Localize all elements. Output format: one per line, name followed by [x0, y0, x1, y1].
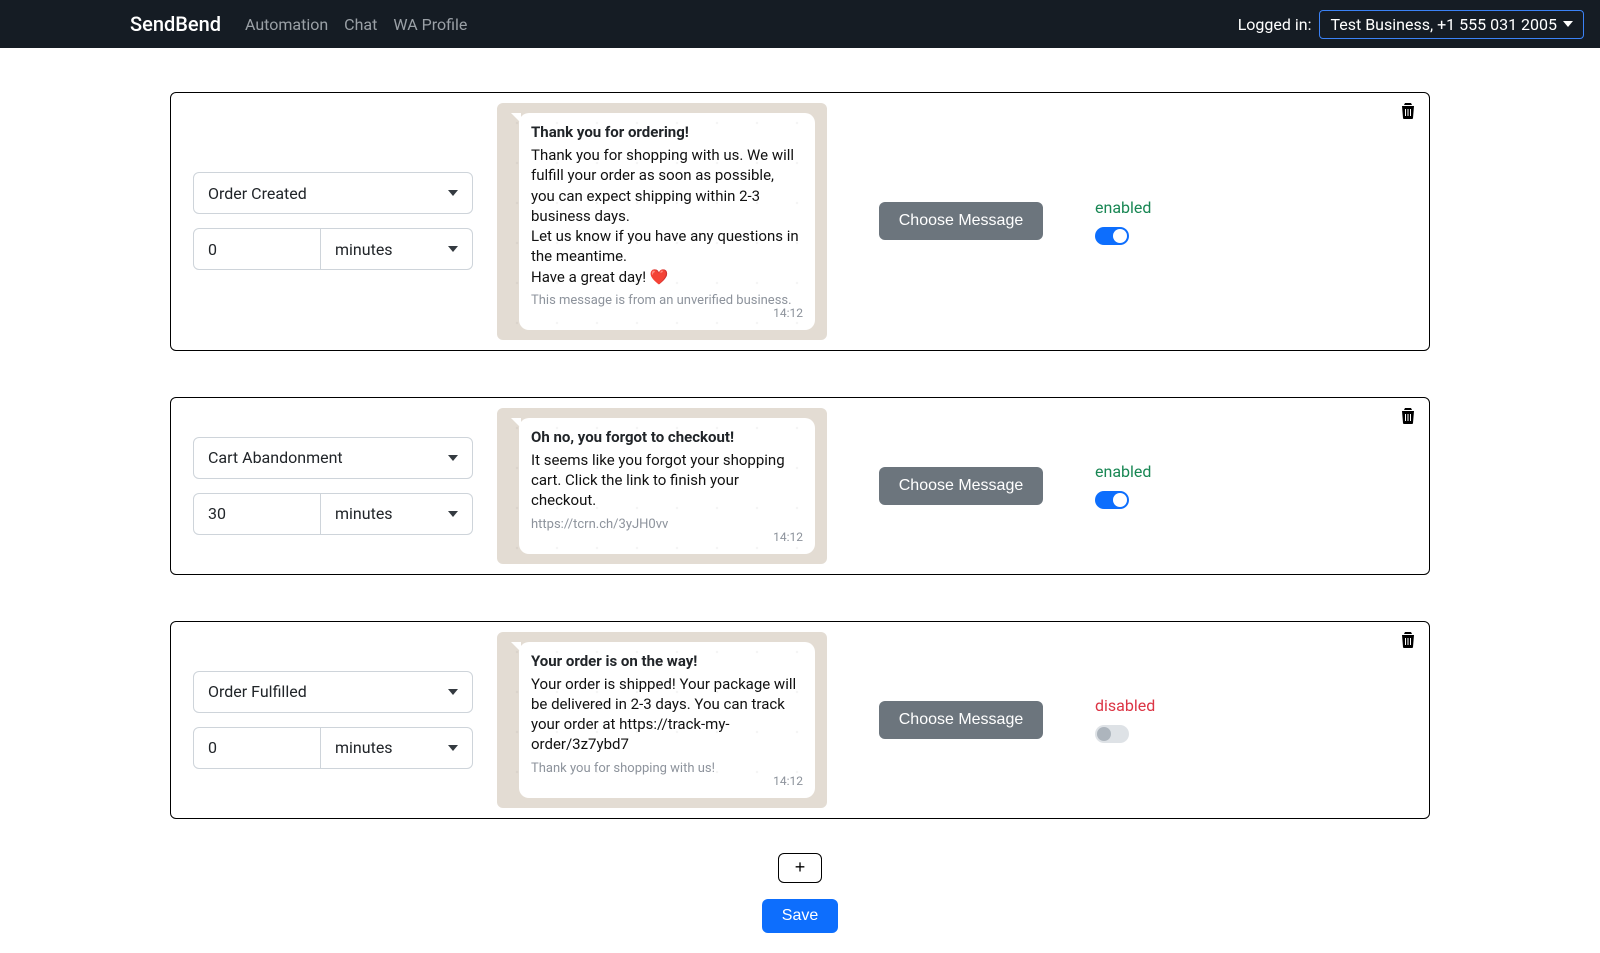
delay-value-input[interactable]: 0 — [193, 727, 321, 769]
message-time: 14:12 — [531, 306, 803, 320]
account-dropdown[interactable]: Test Business, +1 555 031 2005 — [1319, 10, 1584, 39]
message-bubble: Your order is on the way! Your order is … — [519, 642, 815, 798]
message-time: 14:12 — [531, 774, 803, 788]
status-col: disabled — [1095, 696, 1205, 743]
nav-link-chat[interactable]: Chat — [344, 15, 377, 34]
trash-icon — [1401, 408, 1415, 424]
delay-unit-value: minutes — [335, 504, 393, 523]
status-label: enabled — [1095, 198, 1151, 217]
status-col: enabled — [1095, 462, 1205, 509]
add-rule-button[interactable]: + — [778, 853, 822, 883]
message-title: Your order is on the way! — [531, 652, 803, 670]
delay-unit-select[interactable]: minutes — [321, 228, 473, 270]
choose-message-col: Choose Message — [851, 202, 1071, 240]
delay-value-input[interactable]: 0 — [193, 228, 321, 270]
delay-unit-select[interactable]: minutes — [321, 493, 473, 535]
message-body: Your order is shipped! Your package will… — [531, 674, 803, 755]
status-label: enabled — [1095, 462, 1151, 481]
choose-message-button[interactable]: Choose Message — [879, 202, 1044, 240]
rule-card: Order Fulfilled 0 minutes Your order is … — [170, 621, 1430, 819]
trash-icon — [1401, 632, 1415, 648]
message-time: 14:12 — [531, 530, 803, 544]
brand[interactable]: SendBend — [130, 12, 221, 36]
delete-rule-button[interactable] — [1401, 408, 1415, 429]
toggle-knob — [1113, 229, 1127, 243]
nav-right: Logged in: Test Business, +1 555 031 200… — [1238, 10, 1584, 39]
message-body: It seems like you forgot your shopping c… — [531, 450, 803, 511]
message-bubble: Thank you for ordering! Thank you for sh… — [519, 113, 815, 330]
delay-row: 30 minutes — [193, 493, 473, 535]
status-label: disabled — [1095, 696, 1155, 715]
message-preview: Thank you for ordering! Thank you for sh… — [497, 103, 827, 340]
delete-rule-button[interactable] — [1401, 632, 1415, 653]
rule-card: Cart Abandonment 30 minutes Oh no, you f… — [170, 397, 1430, 575]
message-bubble: Oh no, you forgot to checkout! It seems … — [519, 418, 815, 554]
caret-down-icon — [1563, 21, 1573, 27]
rule-card: Order Created 0 minutes Thank you for or… — [170, 92, 1430, 351]
trigger-select[interactable]: Order Created — [193, 172, 473, 214]
enable-toggle[interactable] — [1095, 491, 1129, 509]
message-body: Thank you for shopping with us. We will … — [531, 145, 803, 287]
message-footer: This message is from an unverified busin… — [531, 293, 803, 308]
enable-toggle[interactable] — [1095, 725, 1129, 743]
choose-message-col: Choose Message — [851, 701, 1071, 739]
nav-link-automation[interactable]: Automation — [245, 15, 328, 34]
delay-row: 0 minutes — [193, 228, 473, 270]
delay-row: 0 minutes — [193, 727, 473, 769]
delay-unit-value: minutes — [335, 738, 393, 757]
message-title: Oh no, you forgot to checkout! — [531, 428, 803, 446]
save-button[interactable]: Save — [762, 899, 838, 933]
navbar: SendBend Automation Chat WA Profile Logg… — [0, 0, 1600, 48]
delay-unit-select[interactable]: minutes — [321, 727, 473, 769]
trash-icon — [1401, 103, 1415, 119]
trigger-value: Order Fulfilled — [208, 682, 307, 701]
message-title: Thank you for ordering! — [531, 123, 803, 141]
delay-unit-value: minutes — [335, 240, 393, 259]
trigger-select[interactable]: Cart Abandonment — [193, 437, 473, 479]
choose-message-button[interactable]: Choose Message — [879, 701, 1044, 739]
toggle-knob — [1113, 493, 1127, 507]
logged-in-label: Logged in: — [1238, 15, 1312, 34]
page-content: Order Created 0 minutes Thank you for or… — [170, 48, 1430, 953]
message-preview: Your order is on the way! Your order is … — [497, 632, 827, 808]
account-name: Test Business, +1 555 031 2005 — [1330, 15, 1557, 34]
rule-trigger-controls: Order Fulfilled 0 minutes — [193, 671, 473, 769]
nav-link-wa-profile[interactable]: WA Profile — [393, 15, 467, 34]
trigger-value: Order Created — [208, 184, 307, 203]
rule-trigger-controls: Cart Abandonment 30 minutes — [193, 437, 473, 535]
nav-links: Automation Chat WA Profile — [245, 15, 1238, 34]
toggle-knob — [1097, 727, 1111, 741]
message-preview: Oh no, you forgot to checkout! It seems … — [497, 408, 827, 564]
trigger-select[interactable]: Order Fulfilled — [193, 671, 473, 713]
rule-trigger-controls: Order Created 0 minutes — [193, 172, 473, 270]
bottom-actions: + Save — [170, 853, 1430, 933]
delete-rule-button[interactable] — [1401, 103, 1415, 124]
choose-message-button[interactable]: Choose Message — [879, 467, 1044, 505]
trigger-value: Cart Abandonment — [208, 448, 343, 467]
delay-value-input[interactable]: 30 — [193, 493, 321, 535]
status-col: enabled — [1095, 198, 1205, 245]
choose-message-col: Choose Message — [851, 467, 1071, 505]
enable-toggle[interactable] — [1095, 227, 1129, 245]
